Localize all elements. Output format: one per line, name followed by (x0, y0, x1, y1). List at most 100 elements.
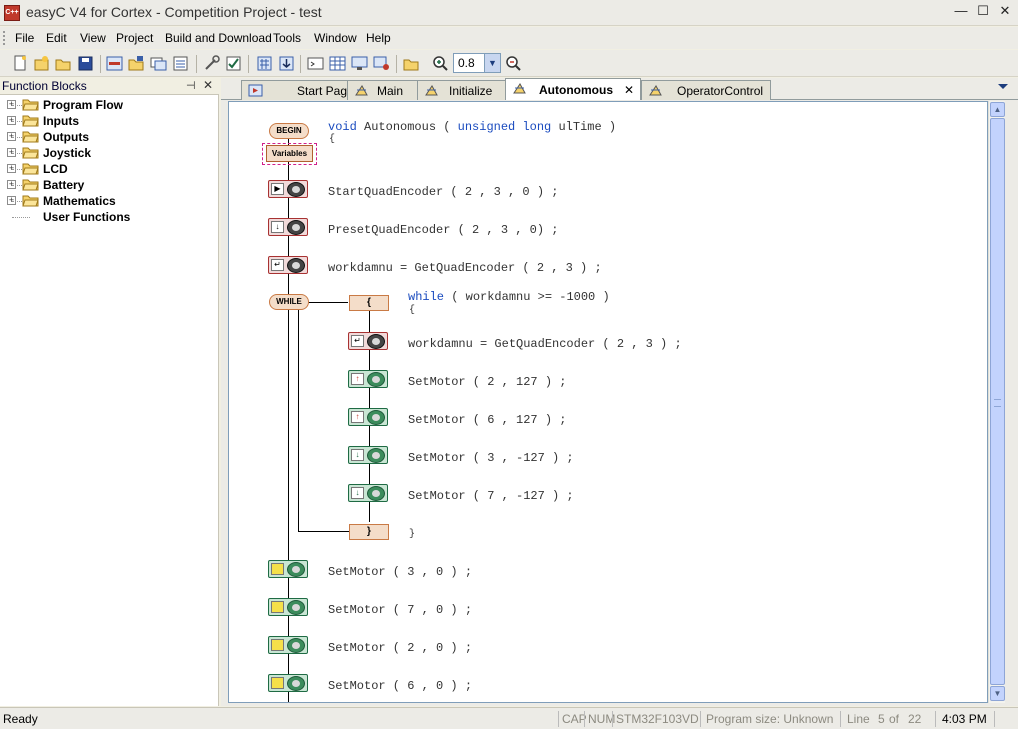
tree-item-user-functions[interactable]: User Functions (0, 209, 219, 225)
new-file-icon[interactable] (12, 55, 29, 72)
loop-open-block[interactable]: { (349, 295, 389, 311)
set-motor-block[interactable]: ↓ (348, 484, 388, 502)
program-size: Program size: Unknown (706, 712, 834, 726)
minimize-button[interactable]: — (952, 4, 970, 20)
status-divider (935, 711, 936, 727)
status-bar: Ready CAP NUM STM32F103VD Program size: … (0, 707, 1018, 729)
start-quad-encoder-block[interactable]: ▶ (268, 180, 308, 198)
tree-item-mathematics[interactable]: + Mathematics (0, 193, 219, 209)
calculator-icon[interactable] (256, 55, 273, 72)
menu-grip-handle[interactable] (3, 31, 5, 45)
keyword: while (408, 290, 445, 304)
preset-quad-encoder-block[interactable]: ↓ (268, 218, 308, 236)
menu-tools[interactable]: Tools (273, 31, 301, 45)
menu-project[interactable]: Project (116, 31, 153, 45)
tree-item-outputs[interactable]: + Outputs (0, 129, 219, 145)
status-divider (612, 711, 613, 727)
project-tree-icon[interactable] (128, 55, 145, 72)
close-window-button[interactable]: ✕ (996, 4, 1014, 20)
monitor-icon[interactable] (351, 55, 368, 72)
tab-list-dropdown-icon[interactable] (998, 84, 1008, 89)
save-icon[interactable] (77, 55, 94, 72)
set-motor-block[interactable] (268, 598, 308, 616)
scrollbar-grip (994, 399, 1001, 407)
set-motor-block[interactable]: ↑ (348, 408, 388, 426)
maximize-button[interactable]: ☐ (974, 4, 992, 20)
set-motor-block[interactable] (268, 560, 308, 578)
open-folder-icon[interactable] (55, 55, 72, 72)
zoom-level-select[interactable]: 0.8 ▼ (453, 53, 501, 73)
menu-file[interactable]: File (15, 31, 34, 45)
online-window-icon[interactable] (373, 55, 390, 72)
while-block[interactable]: WHILE (269, 294, 309, 310)
document-tabs: Start Page Main Initialize Autonomous ✕ … (221, 78, 1018, 101)
tree-item-battery[interactable]: + Battery (0, 177, 219, 193)
folder-icon (22, 147, 39, 159)
menu-build-and-download[interactable]: Build and Download (165, 31, 272, 45)
vertical-scrollbar[interactable]: ▲ ▼ (988, 101, 1005, 703)
motor-icon (287, 562, 305, 577)
tools-icon[interactable] (203, 55, 220, 72)
program-view-icon[interactable] (106, 55, 123, 72)
loop-close-block[interactable]: } (349, 524, 389, 540)
tab-start-page[interactable]: Start Page (241, 80, 359, 100)
close-icon[interactable]: ✕ (203, 78, 213, 92)
arrow-up-icon: ↑ (351, 373, 364, 385)
keyword: void (328, 120, 357, 134)
close-tab-icon[interactable]: ✕ (624, 83, 634, 97)
get-quad-encoder-block[interactable]: ↵ (348, 332, 388, 350)
motor-icon (287, 600, 305, 615)
zoom-out-icon[interactable] (505, 55, 522, 72)
menu-edit[interactable]: Edit (46, 31, 67, 45)
code-line: PresetQuadEncoder ( 2 , 3 , 0) ; (328, 223, 559, 237)
set-motor-block[interactable] (268, 636, 308, 654)
get-quad-encoder-block[interactable]: ↵ (268, 256, 308, 274)
scroll-down-icon[interactable]: ▼ (990, 686, 1005, 701)
status-ready: Ready (3, 712, 38, 726)
code-line: workdamnu = GetQuadEncoder ( 2 , 3 ) ; (408, 337, 682, 351)
copy-window-icon[interactable] (150, 55, 167, 72)
window-list-icon[interactable] (172, 55, 189, 72)
motor-icon (367, 448, 385, 463)
build-check-icon[interactable] (225, 55, 242, 72)
tree-item-inputs[interactable]: + Inputs (0, 113, 219, 129)
flowchart-editor[interactable]: BEGIN Variables void Autonomous ( unsign… (228, 101, 988, 703)
set-motor-block[interactable]: ↓ (348, 446, 388, 464)
menu-help[interactable]: Help (366, 31, 391, 45)
chevron-down-icon[interactable]: ▼ (484, 54, 500, 72)
zoom-in-icon[interactable] (432, 55, 449, 72)
code-line: SetMotor ( 7 , 0 ) ; (328, 603, 473, 617)
table-view-icon[interactable] (329, 55, 346, 72)
tree-item-lcd[interactable]: + LCD (0, 161, 219, 177)
pin-icon[interactable]: ⊣ (186, 79, 196, 92)
set-motor-block[interactable]: ↑ (348, 370, 388, 388)
new-project-icon[interactable] (33, 55, 50, 72)
scroll-up-icon[interactable]: ▲ (990, 102, 1005, 117)
close-brace: } (409, 529, 416, 540)
total-lines: 22 (908, 712, 922, 726)
scrollbar-thumb[interactable] (990, 118, 1005, 685)
begin-block[interactable]: BEGIN (269, 123, 309, 139)
encoder-icon (287, 220, 305, 235)
tree-item-joystick[interactable]: + Joystick (0, 145, 219, 161)
set-motor-block[interactable] (268, 674, 308, 692)
tab-operator-control[interactable]: OperatorControl (641, 80, 771, 100)
code-line: SetMotor ( 7 , -127 ) ; (408, 489, 574, 503)
terminal-icon[interactable] (307, 55, 324, 72)
tree-item-label: LCD (43, 162, 68, 176)
tree-connector (12, 105, 22, 106)
menu-window[interactable]: Window (314, 31, 357, 45)
variables-block[interactable]: Variables (266, 145, 313, 162)
function-signature: void Autonomous ( unsigned long ulTime ) (328, 120, 616, 134)
folder-project-icon[interactable] (403, 55, 420, 72)
preset-icon: ↓ (271, 221, 284, 233)
tab-autonomous[interactable]: Autonomous ✕ (505, 78, 641, 101)
tab-initialize[interactable]: Initialize (417, 80, 513, 100)
menu-view[interactable]: View (80, 31, 106, 45)
tree-connector (12, 137, 22, 138)
toolbar-separator (248, 55, 249, 73)
status-divider (840, 711, 841, 727)
encoder-icon (367, 334, 385, 349)
tree-item-program-flow[interactable]: + Program Flow (0, 97, 219, 113)
download-icon[interactable] (278, 55, 295, 72)
